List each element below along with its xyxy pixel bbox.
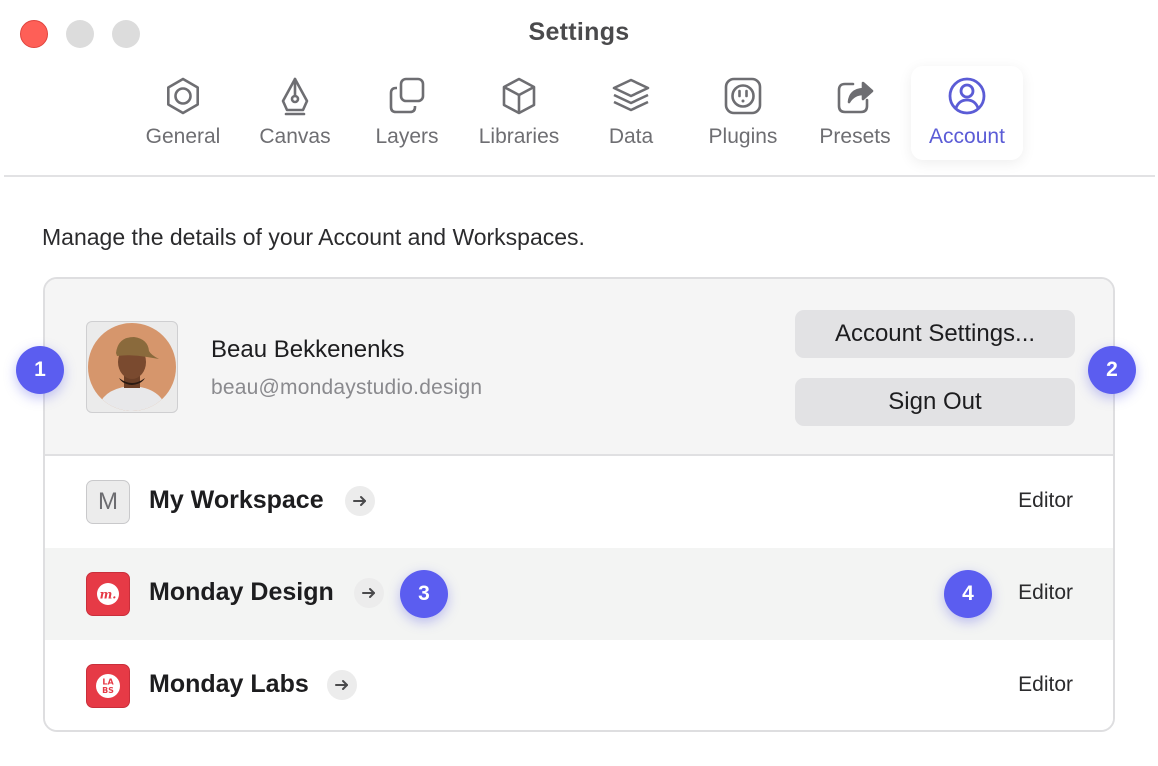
share-export-icon [837,81,874,114]
tab-label: General [145,125,221,148]
tab-account[interactable]: Account [911,66,1023,160]
plug-socket-icon [724,77,762,115]
pen-nib-icon [281,77,309,116]
toolbar-divider [4,175,1155,177]
avatar [86,321,178,413]
open-workspace-arrow-icon[interactable] [345,486,375,516]
hexagon-gear-icon [167,77,199,115]
workspace-role: Editor [1018,581,1073,604]
tab-label: Presets [819,125,891,148]
tab-libraries[interactable]: Libraries [463,66,575,160]
layers-stack-icon [612,78,650,112]
annotation-marker-1: 1 [16,346,64,394]
stacked-squares-icon [389,77,425,114]
sign-out-button[interactable]: Sign Out [795,378,1075,426]
workspace-letter-icon: M [86,480,130,524]
workspace-name: Monday Labs [149,670,309,698]
workspace-name: My Workspace [149,486,324,514]
user-email: beau@mondaystudio.design [211,376,483,399]
tab-label: Data [608,125,654,148]
workspace-role: Editor [1018,673,1073,696]
tab-label: Libraries [478,125,560,148]
annotation-marker-4: 4 [944,570,992,618]
tab-presets[interactable]: Presets [799,66,911,160]
workspace-row-my-workspace[interactable]: M My Workspace Editor [45,456,1113,548]
account-section: Beau Bekkenenks beau@mondaystudio.design… [45,279,1113,456]
svg-text:m.: m. [100,588,117,602]
tab-data[interactable]: Data [575,66,687,160]
annotation-marker-3: 3 [400,570,448,618]
tab-label: Plugins [708,125,778,148]
tab-general[interactable]: General [127,66,239,160]
open-workspace-arrow-icon[interactable] [327,670,357,700]
tab-plugins[interactable]: Plugins [687,66,799,160]
tab-label: Canvas [259,125,331,148]
user-name: Beau Bekkenenks [211,336,405,363]
window-title: Settings [528,18,630,46]
profile-photo [88,323,176,411]
cube-icon [502,77,536,115]
svg-text:BS: BS [102,686,114,695]
tab-label: Layers [375,125,439,148]
user-circle-icon [948,77,986,115]
workspace-role: Editor [1018,489,1073,512]
tab-canvas[interactable]: Canvas [239,66,351,160]
window-titlebar: Settings General Canvas Layers Libraries… [0,0,1158,178]
tab-label: Account [929,125,1005,148]
account-card: Beau Bekkenenks beau@mondaystudio.design… [43,277,1115,732]
account-settings-button[interactable]: Account Settings... [795,310,1075,358]
tab-layers[interactable]: Layers [351,66,463,160]
workspace-row-monday-labs[interactable]: LA BS Monday Labs Editor [45,640,1113,730]
workspace-name: Monday Design [149,578,334,606]
open-workspace-arrow-icon[interactable] [354,578,384,608]
monday-labs-logo-icon: LA BS [86,664,130,708]
settings-toolbar: General Canvas Layers Libraries Data Plu… [127,66,1023,162]
monday-design-logo-icon: m. [86,572,130,616]
intro-text: Manage the details of your Account and W… [42,224,585,250]
annotation-marker-2: 2 [1088,346,1136,394]
